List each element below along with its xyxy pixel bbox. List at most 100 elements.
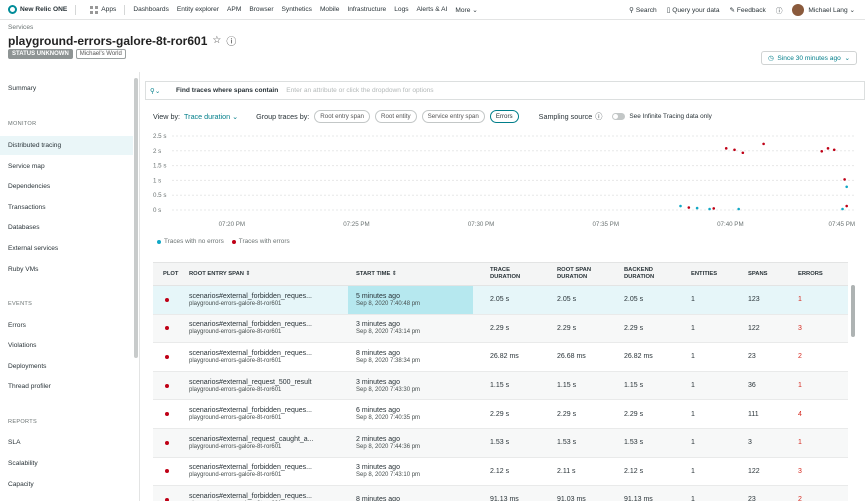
sidebar-item-service-map[interactable]: Service map [8, 163, 45, 170]
error-trace-dot-icon [165, 354, 169, 359]
sidebar-item-violations[interactable]: Violations [8, 342, 36, 349]
nav-dashboards[interactable]: Dashboards [133, 6, 169, 13]
legend-errors[interactable]: Traces with errors [231, 238, 290, 245]
sidebar-item-errors[interactable]: Errors [8, 322, 26, 329]
th-trace-duration[interactable]: TRACE DURATION [490, 267, 540, 281]
th-root-span-duration[interactable]: ROOT SPAN DURATION [557, 267, 607, 281]
th-backend-duration[interactable]: BACKEND DURATION [624, 267, 674, 281]
table-row[interactable]: scenarios#external_request_caught_a... pl… [153, 428, 848, 458]
info-icon[interactable]: ⓘ [226, 33, 236, 48]
error-trace-point[interactable] [741, 151, 745, 155]
trace-duration-scatter-chart[interactable]: 2.5 s 2 s 1.5 s 1 s 0.5 s 0 s 07:20 PM 07:25 PM… [145, 128, 865, 236]
nav-synthetics[interactable]: Synthetics [282, 6, 312, 13]
infinite-tracing-toggle[interactable] [612, 113, 626, 120]
cell-root-entry-span-subtext: playground-errors-galore-8t-ror601 [189, 300, 282, 307]
sidebar-item-dependencies[interactable]: Dependencies [8, 183, 50, 190]
nav-mobile[interactable]: Mobile [320, 6, 339, 13]
th-errors[interactable]: ERRORS [798, 271, 823, 278]
nav-apps[interactable]: Apps [90, 5, 116, 14]
table-row[interactable]: scenarios#external_forbidden_reques...pl… [153, 400, 848, 429]
error-trace-point[interactable] [687, 206, 691, 209]
error-trace-point[interactable] [733, 148, 736, 152]
trace-point[interactable] [708, 207, 711, 211]
sidebar-item-capacity[interactable]: Capacity [8, 481, 34, 488]
sidebar-item-scalability[interactable]: Scalability [8, 460, 38, 467]
cell-start-time: 2 minutes ago Sep 8, 2020 7:44:36 pm [356, 429, 420, 457]
error-trace-point[interactable] [712, 207, 716, 210]
table-row[interactable]: scenarios#external_forbidden_reques...pl… [153, 486, 848, 501]
table-row[interactable]: scenarios#external_forbidden_reques...pl… [153, 343, 848, 372]
chip-service-entry-span[interactable]: Service entry span [421, 110, 485, 123]
trace-query-bar[interactable]: ⚲⌄ Find traces where spans contain Enter… [145, 81, 865, 100]
table-scrollbar[interactable] [851, 285, 855, 337]
nav-apm[interactable]: APM [227, 6, 241, 13]
cell-entities-value: 1 [691, 296, 695, 304]
chip-root-entity[interactable]: Root entity [374, 110, 417, 123]
table-row[interactable]: scenarios#external_forbidden_reques...pl… [153, 286, 848, 315]
star-icon[interactable]: ☆ [212, 35, 221, 46]
brand-logo[interactable]: New Relic ONE [8, 5, 67, 14]
error-trace-point[interactable] [762, 142, 765, 146]
sidebar-item-sla[interactable]: SLA [8, 439, 20, 446]
legend-swatch-no-errors [157, 239, 161, 244]
cell-root-entry-span-value: scenarios#external_forbidden_reques... [189, 492, 312, 500]
nav-logs[interactable]: Logs [394, 6, 408, 13]
nav-entity-explorer[interactable]: Entity explorer [177, 6, 219, 13]
chip-errors[interactable]: Errors [489, 110, 519, 123]
search-filter-icon[interactable]: ⚲⌄ [150, 87, 164, 95]
table-row[interactable]: scenarios#external_forbidden_reques...pl… [153, 314, 848, 344]
view-by-dropdown[interactable]: Trace duration ⌄ [184, 112, 238, 121]
nav-feedback[interactable]: ✎ Feedback [729, 6, 765, 15]
cell-errors-value: 1 [798, 382, 802, 390]
x-tick-label: 07:40 PM [717, 221, 743, 228]
time-picker[interactable]: ◷ Since 30 minutes ago ⌄ [760, 51, 857, 65]
trace-point[interactable] [845, 185, 848, 189]
th-entities[interactable]: ENTITIES [691, 271, 717, 278]
nav-query[interactable]: ▯ Query your data [667, 6, 720, 15]
sidebar-scrollbar[interactable] [134, 78, 138, 358]
help-icon[interactable]: ⓘ [595, 112, 602, 122]
nav-more[interactable]: More ⌄ [455, 6, 477, 14]
sidebar-item-summary[interactable]: Summary [8, 85, 36, 92]
legend-no-errors[interactable]: Traces with no errors [157, 238, 224, 245]
error-trace-point[interactable] [843, 178, 846, 181]
help-icon[interactable]: ⓘ [776, 5, 783, 15]
nav-alerts[interactable]: Alerts & AI [417, 6, 448, 13]
sidebar-item-transactions[interactable]: Transactions [8, 204, 46, 211]
error-trace-point[interactable] [845, 204, 848, 208]
nav-infrastructure[interactable]: Infrastructure [347, 6, 386, 13]
sidebar-item-external-services[interactable]: External services [8, 245, 58, 252]
trace-point[interactable] [737, 207, 740, 211]
sidebar-item-deployments[interactable]: Deployments [8, 363, 46, 370]
cell-root-entry-span: scenarios#external_forbidden_reques...pl… [189, 400, 312, 428]
table-row[interactable]: scenarios#external_forbidden_reques...pl… [153, 458, 848, 487]
trace-point[interactable] [679, 204, 682, 208]
error-trace-point[interactable] [826, 147, 830, 150]
sidebar-item-thread-profiler[interactable]: Thread profiler [8, 383, 51, 390]
cell-spans-value: 36 [748, 382, 756, 390]
sidebar-item-distributed-tracing[interactable]: Distributed tracing [8, 142, 61, 149]
query-input[interactable]: Enter an attribute or click the dropdown… [286, 87, 433, 94]
breadcrumb[interactable]: Services [8, 24, 33, 31]
cell-root-entry-span-value: scenarios#external_forbidden_reques... [189, 464, 312, 472]
trace-point[interactable] [695, 206, 699, 210]
error-trace-point[interactable] [832, 148, 836, 152]
sidebar-item-databases[interactable]: Databases [8, 224, 40, 231]
th-spans[interactable]: SPANS [748, 271, 768, 278]
nav-browser[interactable]: Browser [249, 6, 273, 13]
sidebar-item-ruby-vms[interactable]: Ruby VMs [8, 266, 38, 273]
th-plot[interactable]: PLOT [163, 271, 178, 278]
chevron-down-icon[interactable]: ⌄ [848, 6, 855, 14]
error-trace-point[interactable] [724, 147, 728, 150]
chip-root-entry-span[interactable]: Root entry span [314, 110, 370, 123]
trace-point[interactable] [841, 207, 844, 211]
error-trace-point[interactable] [820, 149, 824, 153]
avatar[interactable] [792, 4, 805, 16]
user-name[interactable]: Michael Lang [808, 7, 847, 14]
table-row[interactable]: scenarios#external_request_500_result pla… [153, 371, 848, 401]
y-tick-label: 2 s [153, 148, 161, 155]
nav-search[interactable]: ⚲ Search [629, 6, 657, 15]
nav-more-label: More [455, 6, 471, 14]
th-start-time[interactable]: START TIME ⇕ [356, 271, 397, 278]
th-root-entry-span[interactable]: ROOT ENTRY SPAN ⇕ [189, 271, 250, 278]
